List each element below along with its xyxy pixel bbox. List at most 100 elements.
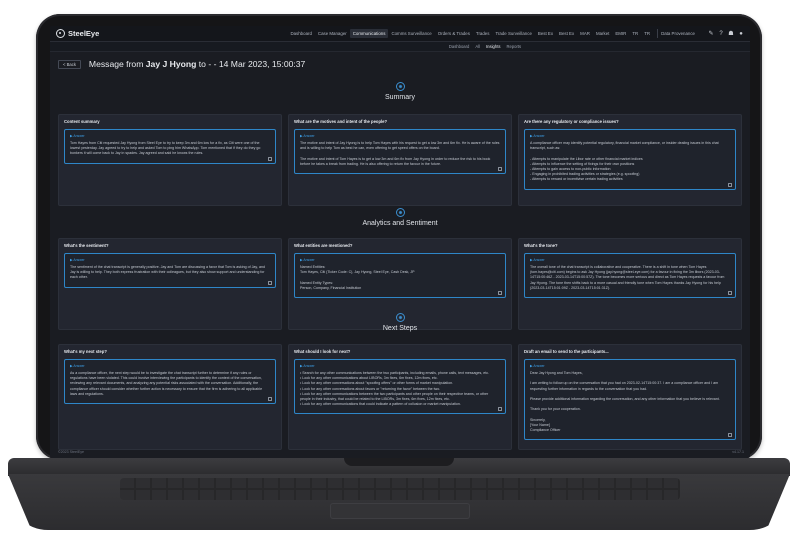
next-steps-section-header: Next Steps bbox=[50, 313, 750, 332]
answer-box: ▶ Answer The motive and intent of Jay Hy… bbox=[294, 129, 506, 175]
next-step-card: What's my next step? ▶ Answer As a compl… bbox=[58, 344, 282, 450]
user-icon[interactable]: ● bbox=[738, 31, 744, 37]
answer-tag: ▶ Answer bbox=[70, 258, 85, 262]
answer-tag: ▶ Answer bbox=[300, 134, 315, 138]
help-icon[interactable]: ? bbox=[718, 31, 724, 37]
card-title: What's my next step? bbox=[64, 349, 107, 354]
nav-item-trades[interactable]: Trades bbox=[473, 29, 493, 38]
laptop-trackpad bbox=[330, 503, 470, 519]
answer-text: A compliance officer may identify potent… bbox=[530, 141, 719, 182]
card-title: Are there any regulatory or compliance i… bbox=[524, 119, 619, 124]
answer-tag-label: Answer bbox=[533, 134, 545, 138]
answer-text: Dear Jay Hyong and Tom Hayes, I am writi… bbox=[530, 371, 720, 433]
page-title: Message from Jay J Hyong to - - 14 Mar 2… bbox=[89, 59, 305, 69]
answer-text: The overall tone of the chat transcript … bbox=[530, 265, 725, 290]
nav-item-market[interactable]: Market bbox=[593, 29, 612, 38]
copy-icon[interactable] bbox=[268, 280, 272, 285]
title-details: - - 14 Mar 2023, 15:00:37 bbox=[208, 59, 306, 69]
footer-version: v4.17.1 bbox=[732, 450, 744, 454]
laptop-keyboard bbox=[120, 478, 680, 500]
nav-item-dashboard[interactable]: Dashboard bbox=[287, 29, 314, 38]
analytics-icon bbox=[395, 208, 405, 217]
answer-box: ▶ Answer The sentiment of the chat trans… bbox=[64, 253, 276, 288]
nav-item-trade-surveillance[interactable]: Trade Surveillance bbox=[492, 29, 534, 38]
card-title: What should I look for next? bbox=[294, 349, 351, 354]
card-title: What entities are mentioned? bbox=[294, 243, 353, 248]
subnav-reports[interactable]: Reports bbox=[503, 43, 524, 50]
nav-item-orders-trades[interactable]: Orders & Trades bbox=[435, 29, 473, 38]
answer-tag: ▶ Answer bbox=[70, 364, 85, 368]
subnav-all[interactable]: All bbox=[472, 43, 483, 50]
card-title: What's the sentiment? bbox=[64, 243, 109, 248]
answer-box: ▶ Answer Dear Jay Hyong and Tom Hayes, I… bbox=[524, 359, 736, 441]
copy-icon[interactable] bbox=[498, 291, 502, 296]
answer-box: ▶ Answer • Search for any other communic… bbox=[294, 359, 506, 415]
copy-icon[interactable] bbox=[268, 156, 272, 161]
answer-tag-label: Answer bbox=[73, 258, 85, 262]
footer-copyright: ©2023 SteelEye bbox=[58, 450, 85, 454]
answer-tag-label: Answer bbox=[73, 134, 85, 138]
nav-item-case-manager[interactable]: Case Manager bbox=[315, 29, 350, 38]
answer-tag: ▶ Answer bbox=[530, 364, 545, 368]
copy-icon[interactable] bbox=[728, 182, 732, 187]
answer-tag-label: Answer bbox=[303, 134, 315, 138]
title-sender: Jay J Hyong bbox=[145, 59, 197, 69]
subnav-insights[interactable]: Insights bbox=[483, 43, 503, 50]
team-icon[interactable]: ☗ bbox=[728, 31, 734, 37]
answer-text: Tom Hayes from Citi requested Jay Hyong … bbox=[70, 141, 261, 156]
title-to-label: to bbox=[196, 59, 209, 69]
nav-item-tr-2[interactable]: TR bbox=[641, 29, 653, 38]
nav-item-communications[interactable]: Communications bbox=[349, 29, 389, 38]
nav-item-tr[interactable]: TR bbox=[629, 29, 641, 38]
back-button[interactable]: < Back bbox=[58, 59, 81, 69]
card-title: Content summary bbox=[64, 119, 100, 124]
card-title: What are the motives and intent of the p… bbox=[294, 119, 388, 124]
steeleye-logo-icon bbox=[56, 29, 65, 38]
answer-text: The sentiment of the chat transcript is … bbox=[70, 265, 265, 280]
answer-text: As a compliance officer, the next step w… bbox=[70, 371, 263, 396]
brand-name: SteelEye bbox=[68, 29, 100, 38]
analytics-title: Analytics and Sentiment bbox=[362, 220, 438, 227]
card-title: Draft an email to send to the participan… bbox=[524, 349, 609, 354]
answer-tag-label: Answer bbox=[533, 258, 545, 262]
answer-box: ▶ Answer Tom Hayes from Citi requested J… bbox=[64, 129, 276, 164]
analytics-section-header: Analytics and Sentiment bbox=[50, 208, 750, 227]
header-tools: ✎ ? ☗ ● bbox=[704, 31, 744, 37]
summary-icon bbox=[395, 82, 405, 91]
nav-item-best-ex[interactable]: Best Ex bbox=[535, 29, 556, 38]
subnav-dashboard[interactable]: Dashboard bbox=[446, 43, 473, 50]
copy-icon[interactable] bbox=[268, 397, 272, 402]
copy-icon[interactable] bbox=[498, 167, 502, 172]
answer-text: • Search for any other communications be… bbox=[300, 371, 490, 407]
answer-tag: ▶ Answer bbox=[300, 364, 315, 368]
nav-item-comms-surveillance[interactable]: Comms Surveillance bbox=[388, 29, 434, 38]
brand-logo[interactable]: SteelEye bbox=[56, 29, 99, 38]
answer-tag: ▶ Answer bbox=[530, 258, 545, 262]
answer-box: ▶ Answer As a compliance officer, the ne… bbox=[64, 359, 276, 405]
answer-tag-label: Answer bbox=[533, 364, 545, 368]
nav-item-mar[interactable]: MAR bbox=[577, 29, 593, 38]
next-steps-icon bbox=[395, 313, 405, 322]
summary-title: Summary bbox=[385, 94, 415, 101]
nav-item-data-provenance[interactable]: Data Provenance bbox=[657, 29, 698, 38]
answer-tag: ▶ Answer bbox=[530, 134, 545, 138]
sub-nav: Dashboard All Insights Reports bbox=[50, 42, 750, 52]
answer-tag-label: Answer bbox=[303, 364, 315, 368]
pin-icon[interactable]: ✎ bbox=[708, 31, 714, 37]
laptop-notch bbox=[344, 458, 454, 466]
answer-tag-label: Answer bbox=[303, 258, 315, 262]
copy-icon[interactable] bbox=[728, 433, 732, 438]
answer-box: ▶ Answer The overall tone of the chat tr… bbox=[524, 253, 736, 299]
nav-item-emir[interactable]: EMIR bbox=[612, 29, 629, 38]
copy-icon[interactable] bbox=[728, 291, 732, 296]
answer-tag: ▶ Answer bbox=[70, 134, 85, 138]
content-summary-card: Content summary ▶ Answer Tom Hayes from … bbox=[58, 114, 282, 206]
answer-text: Named Entities: Tom Hayes, Citi (Ticker … bbox=[300, 265, 415, 290]
copy-icon[interactable] bbox=[498, 407, 502, 412]
nav-item-best-ex-2[interactable]: Best Ex bbox=[556, 29, 577, 38]
look-next-card: What should I look for next? ▶ Answer • … bbox=[288, 344, 512, 450]
regulatory-card: Are there any regulatory or compliance i… bbox=[518, 114, 742, 206]
main-nav: Dashboard Case Manager Communications Co… bbox=[287, 29, 698, 38]
answer-tag: ▶ Answer bbox=[300, 258, 315, 262]
top-navbar: SteelEye Dashboard Case Manager Communic… bbox=[50, 26, 750, 42]
